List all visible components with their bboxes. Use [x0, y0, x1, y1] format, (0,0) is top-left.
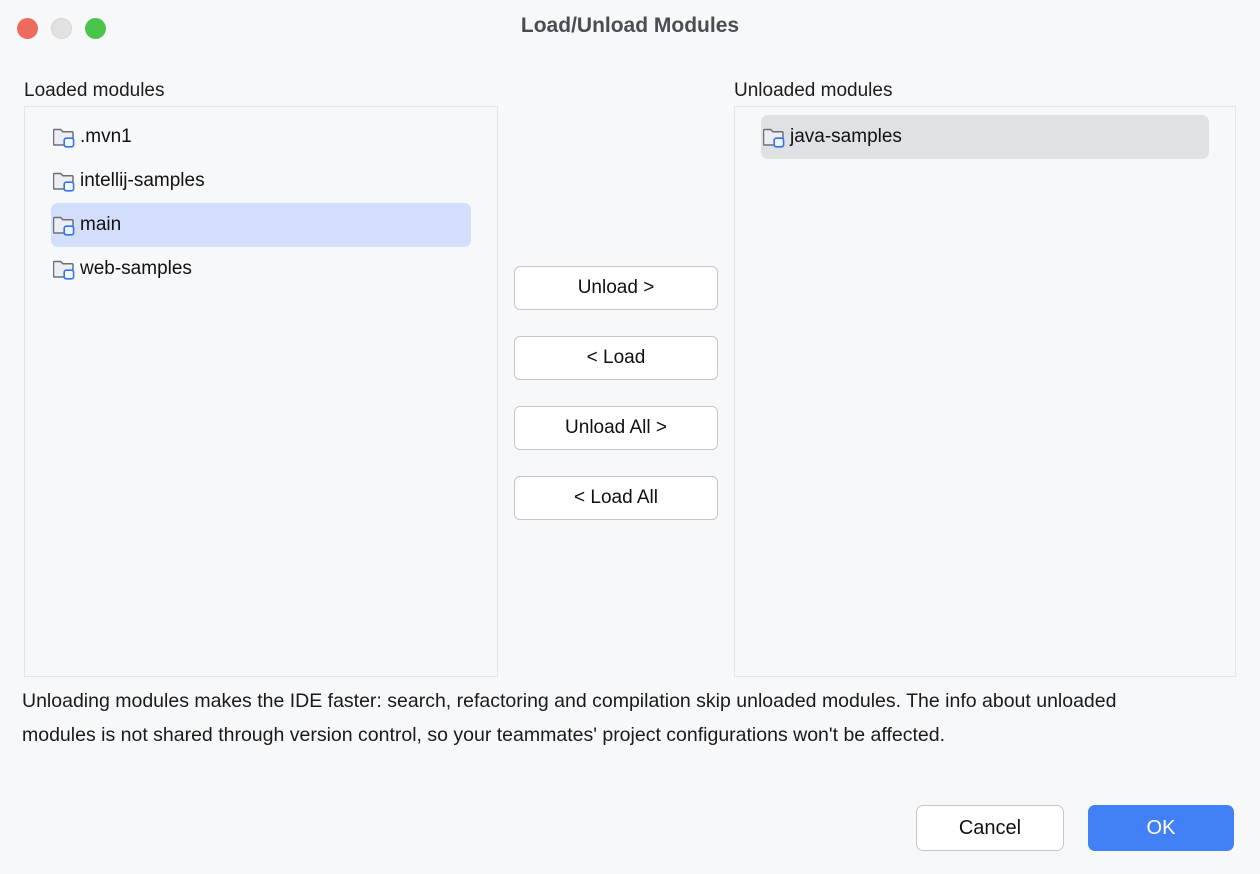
- module-folder-icon: [53, 215, 75, 236]
- module-name: web-samples: [80, 258, 192, 280]
- list-item-selected[interactable]: main: [51, 203, 471, 247]
- module-name: intellij-samples: [80, 170, 205, 192]
- load-button[interactable]: < Load: [514, 336, 718, 380]
- module-name: .mvn1: [80, 126, 132, 148]
- loaded-modules-label: Loaded modules: [24, 80, 165, 102]
- module-folder-icon: [763, 127, 785, 148]
- unloaded-modules-label: Unloaded modules: [734, 80, 892, 102]
- list-item-selected[interactable]: java-samples: [761, 115, 1209, 159]
- unload-all-button[interactable]: Unload All >: [514, 406, 718, 450]
- cancel-button[interactable]: Cancel: [916, 805, 1064, 851]
- list-item[interactable]: intellij-samples: [51, 159, 471, 203]
- window-title: Load/Unload Modules: [0, 14, 1260, 38]
- loaded-modules-list[interactable]: .mvn1 intellij-samples main web-samples: [24, 106, 498, 677]
- list-item[interactable]: web-samples: [51, 247, 471, 291]
- load-all-button[interactable]: < Load All: [514, 476, 718, 520]
- description-text: Unloading modules makes the IDE faster: …: [22, 684, 1158, 752]
- module-folder-icon: [53, 127, 75, 148]
- title-bar: Load/Unload Modules: [0, 0, 1260, 56]
- module-folder-icon: [53, 259, 75, 280]
- dialog-footer: Cancel OK: [916, 805, 1234, 851]
- module-name: main: [80, 214, 121, 236]
- module-folder-icon: [53, 171, 75, 192]
- ok-button[interactable]: OK: [1088, 805, 1234, 851]
- unload-button[interactable]: Unload >: [514, 266, 718, 310]
- module-name: java-samples: [790, 126, 902, 148]
- unloaded-modules-list[interactable]: java-samples: [734, 106, 1236, 677]
- list-item[interactable]: .mvn1: [51, 115, 471, 159]
- transfer-buttons: Unload > < Load Unload All > < Load All: [514, 266, 718, 546]
